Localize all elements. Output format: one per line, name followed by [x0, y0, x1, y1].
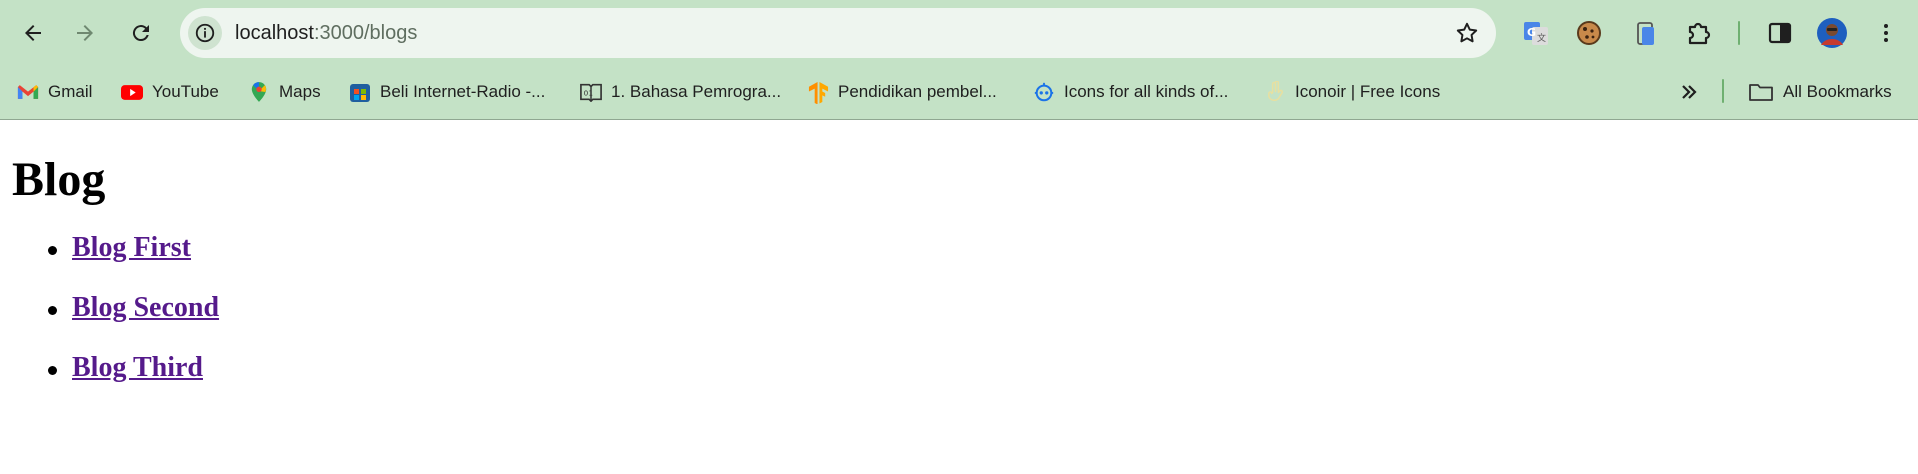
radio-store-icon: [349, 81, 371, 103]
bookmark-star-icon[interactable]: [1454, 20, 1480, 46]
extensions-button[interactable]: [1682, 17, 1714, 49]
clipboard-extension[interactable]: [1630, 17, 1662, 49]
arrow-right-icon: [77, 25, 93, 41]
list-item: Blog Second: [48, 292, 219, 352]
bullet: [48, 246, 57, 255]
gmail-icon: [17, 81, 39, 103]
google-translate-extension[interactable]: G 文: [1520, 17, 1552, 49]
url-text[interactable]: localhost:3000/blogs: [235, 22, 417, 45]
browser-toolbar: localhost:3000/blogs G 文: [0, 0, 1918, 67]
bookmark-bahasa-pemrograman[interactable]: 01 1. Bahasa Pemrogra...: [580, 77, 781, 107]
blog-link-first[interactable]: Blog First: [72, 232, 191, 263]
bookmark-label: Pendidikan pembel...: [838, 82, 997, 101]
bookmark-label: YouTube: [152, 82, 219, 101]
translate-icon: G 文: [1524, 22, 1548, 45]
bookmark-maps[interactable]: Maps: [248, 77, 321, 107]
peace-hand-icon: [1264, 80, 1286, 103]
puzzle-icon: [1688, 22, 1711, 45]
all-bookmarks-button[interactable]: All Bookmarks: [1748, 77, 1892, 107]
tensorflow-icon: [807, 81, 829, 104]
browser-chrome: localhost:3000/blogs G 文 Gmail YouTube M…: [0, 0, 1918, 120]
svg-text:G: G: [1527, 26, 1536, 39]
more-bookmarks-button[interactable]: [1679, 77, 1699, 107]
bookmark-label: Beli Internet-Radio -...: [380, 82, 546, 101]
reload-button[interactable]: [122, 14, 160, 52]
cookie-icon: [1577, 21, 1601, 45]
blog-list: Blog First Blog Second Blog Third: [48, 232, 219, 412]
bookmarks-bar: Gmail YouTube Maps Beli Internet-Radio -…: [0, 67, 1918, 119]
folder-icon: [1748, 81, 1774, 103]
bookmark-label: 1. Bahasa Pemrogra...: [611, 82, 782, 101]
avatar: [1817, 18, 1847, 48]
chevron-double-right-icon: [1682, 85, 1697, 99]
blog-link-second[interactable]: Blog Second: [72, 292, 219, 323]
info-icon: [195, 23, 215, 43]
svg-text:文: 文: [1537, 32, 1546, 44]
bookmark-label: Icons for all kinds of...: [1064, 82, 1229, 101]
profile-button[interactable]: [1816, 17, 1848, 49]
url-path: :3000/blogs: [313, 22, 418, 44]
site-info-button[interactable]: [188, 16, 222, 50]
url-host: localhost: [235, 22, 314, 44]
side-panel-icon: [1768, 22, 1792, 44]
page-title: Blog: [12, 153, 106, 206]
robot-icon: [1033, 81, 1055, 103]
book-icon: 01: [580, 81, 602, 103]
bookmark-iconoir[interactable]: Iconoir | Free Icons: [1264, 77, 1440, 107]
bookmark-beli-internet-radio[interactable]: Beli Internet-Radio -...: [349, 77, 545, 107]
bookmark-youtube[interactable]: YouTube: [121, 77, 219, 107]
bullet: [48, 306, 57, 315]
list-item: Blog First: [48, 232, 219, 292]
svg-text:01: 01: [584, 89, 593, 98]
bookmark-gmail[interactable]: Gmail: [17, 77, 92, 107]
back-button[interactable]: [14, 14, 52, 52]
list-item: Blog Third: [48, 352, 219, 412]
blog-link-third[interactable]: Blog Third: [72, 352, 203, 383]
side-panel-button[interactable]: [1764, 17, 1796, 49]
all-bookmarks-label: All Bookmarks: [1783, 82, 1892, 101]
reload-icon: [132, 25, 149, 42]
arrow-left-icon: [25, 25, 41, 41]
bookmark-label: Gmail: [48, 82, 93, 101]
forward-button[interactable]: [66, 14, 104, 52]
bookmark-icons-for-all-kinds[interactable]: Icons for all kinds of...: [1033, 77, 1228, 107]
bookmark-pendidikan[interactable]: Pendidikan pembel...: [807, 77, 997, 107]
page-content: Blog Blog First Blog Second Blog Third: [0, 121, 1918, 474]
cookie-extension[interactable]: [1573, 17, 1605, 49]
bullet: [48, 366, 57, 375]
maps-icon: [248, 81, 270, 103]
bookmark-label: Maps: [279, 82, 321, 101]
kebab-menu-icon: [1884, 24, 1888, 42]
browser-menu-button[interactable]: [1870, 17, 1902, 49]
phone-copy-icon: [1637, 22, 1654, 45]
address-bar[interactable]: localhost:3000/blogs: [180, 8, 1496, 58]
toolbar-divider: [1738, 21, 1740, 45]
bookmark-label: Iconoir | Free Icons: [1295, 82, 1441, 101]
bookmarks-divider: [1722, 79, 1724, 103]
youtube-icon: [121, 81, 143, 103]
